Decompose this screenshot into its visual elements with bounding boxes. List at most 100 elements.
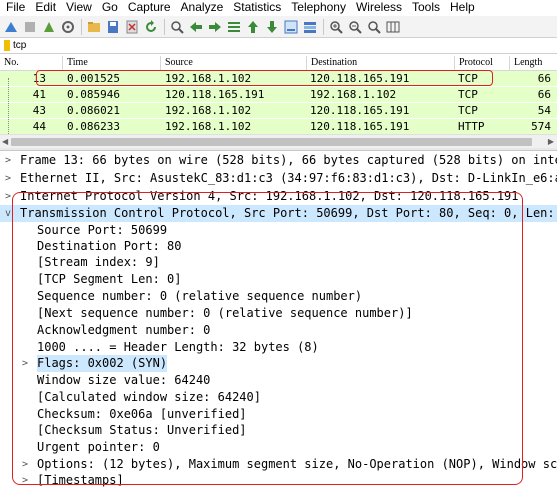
- tree-item-tcp[interactable]: v Transmission Control Protocol, Src Por…: [0, 205, 557, 222]
- expand-chevron-icon[interactable]: >: [22, 355, 28, 372]
- tree-item-flags[interactable]: > Flags: 0x002 (SYN): [0, 355, 557, 372]
- packet-time: 0.086233: [67, 120, 120, 133]
- menu-go[interactable]: Go: [96, 0, 122, 15]
- packet-protocol: TCP: [458, 104, 478, 117]
- scroll-left-icon[interactable]: ◀: [2, 137, 8, 147]
- packet-row[interactable]: 41 0.085946 120.118.165.191 192.168.1.10…: [0, 87, 557, 102]
- tree-item-field[interactable]: Acknowledgment number: 0: [0, 322, 557, 339]
- tree-item-timestamps[interactable]: > [Timestamps]: [0, 472, 557, 488]
- tree-item-label: Checksum: 0xe06a [unverified]: [37, 407, 247, 421]
- tree-item-field[interactable]: [Stream index: 9]: [0, 254, 557, 271]
- tree-item-label: Urgent pointer: 0: [37, 440, 160, 454]
- menu-file[interactable]: File: [0, 0, 29, 15]
- display-filter-input[interactable]: [13, 38, 533, 53]
- menu-view[interactable]: View: [60, 0, 96, 15]
- tree-item-ipv4[interactable]: > Internet Protocol Version 4, Src: 192.…: [0, 188, 557, 205]
- tree-item-label: Window size value: 64240: [37, 373, 211, 387]
- collapse-chevron-icon[interactable]: v: [5, 205, 11, 222]
- reload-icon[interactable]: [143, 19, 159, 35]
- tree-item-label: Source Port: 50699: [37, 223, 168, 237]
- packet-row[interactable]: 44 0.086233 192.168.1.102 120.118.165.19…: [0, 119, 557, 134]
- zoom-out-icon[interactable]: [347, 19, 363, 35]
- zoom-reset-icon[interactable]: [366, 19, 382, 35]
- packet-no: 43: [32, 104, 46, 117]
- scrollbar-thumb[interactable]: [11, 138, 532, 146]
- tree-item-label: 1000 .... = Header Length: 32 bytes (8): [37, 340, 319, 354]
- expand-chevron-icon[interactable]: >: [22, 456, 28, 473]
- last-packet-icon[interactable]: [264, 19, 280, 35]
- tree-item-ethernet[interactable]: > Ethernet II, Src: AsustekC_83:d1:c3 (3…: [0, 170, 557, 187]
- zoom-in-icon[interactable]: [328, 19, 344, 35]
- main-toolbar: [0, 16, 557, 37]
- packet-length: 54: [537, 104, 551, 117]
- expand-chevron-icon[interactable]: >: [5, 152, 11, 169]
- menu-capture[interactable]: Capture: [122, 0, 175, 15]
- tree-item-field[interactable]: Checksum: 0xe06a [unverified]: [0, 406, 557, 423]
- packet-row[interactable]: 43 0.086021 192.168.1.102 120.118.165.19…: [0, 103, 557, 118]
- packet-source: 192.168.1.102: [165, 104, 252, 117]
- column-destination[interactable]: Destination: [311, 57, 357, 68]
- menu-tools[interactable]: Tools: [406, 0, 444, 15]
- tree-item-field[interactable]: 1000 .... = Header Length: 32 bytes (8): [0, 339, 557, 356]
- open-folder-icon[interactable]: [86, 19, 102, 35]
- autoscroll-icon[interactable]: [283, 19, 299, 35]
- menu-statistics[interactable]: Statistics: [227, 0, 285, 15]
- colorize-icon[interactable]: [302, 19, 318, 35]
- packet-details-tree: > Frame 13: 66 bytes on wire (528 bits),…: [0, 151, 557, 488]
- back-arrow-icon[interactable]: [188, 19, 204, 35]
- stop-square-icon[interactable]: [22, 19, 38, 35]
- expand-chevron-icon[interactable]: >: [5, 188, 11, 205]
- shark-fin-start-icon[interactable]: [3, 19, 19, 35]
- menu-bar: File Edit View Go Capture Analyze Statis…: [0, 0, 557, 15]
- tree-item-options[interactable]: > Options: (12 bytes), Maximum segment s…: [0, 456, 557, 473]
- tree-item-field[interactable]: [Next sequence number: 0 (relative seque…: [0, 305, 557, 322]
- display-filter-bar: [0, 37, 557, 54]
- packet-destination: 120.118.165.191: [310, 104, 410, 117]
- tree-item-label: Destination Port: 80: [37, 239, 182, 253]
- packet-destination: 120.118.165.191: [310, 72, 410, 85]
- column-time[interactable]: Time: [67, 57, 88, 68]
- search-icon[interactable]: [169, 19, 185, 35]
- restart-icon[interactable]: [41, 19, 57, 35]
- menu-wireless[interactable]: Wireless: [350, 0, 406, 15]
- packet-length: 574: [531, 120, 551, 133]
- menu-help[interactable]: Help: [444, 0, 479, 15]
- expand-chevron-icon[interactable]: >: [5, 170, 11, 187]
- tree-item-field[interactable]: Source Port: 50699: [0, 222, 557, 239]
- packet-row[interactable]: 13 0.001525 192.168.1.102 120.118.165.19…: [0, 71, 557, 86]
- menu-analyze[interactable]: Analyze: [175, 0, 228, 15]
- go-to-packet-icon[interactable]: [226, 19, 242, 35]
- settings-gear-icon[interactable]: [60, 19, 76, 35]
- tree-item-field[interactable]: [Checksum Status: Unverified]: [0, 422, 557, 439]
- tree-item-field[interactable]: Sequence number: 0 (relative sequence nu…: [0, 288, 557, 305]
- tree-item-frame[interactable]: > Frame 13: 66 bytes on wire (528 bits),…: [0, 152, 557, 169]
- packet-list-scrollbar[interactable]: ◀ ▶: [0, 134, 557, 148]
- close-file-icon[interactable]: [124, 19, 140, 35]
- column-length[interactable]: Length: [514, 57, 542, 68]
- packet-protocol: HTTP: [458, 120, 485, 133]
- tree-item-field[interactable]: Destination Port: 80: [0, 238, 557, 255]
- tree-item-label: [Timestamps]: [37, 473, 124, 487]
- tree-item-field[interactable]: [TCP Segment Len: 0]: [0, 271, 557, 288]
- scroll-right-icon[interactable]: ▶: [548, 137, 554, 147]
- column-no[interactable]: No.: [4, 57, 19, 68]
- tree-item-field[interactable]: Urgent pointer: 0: [0, 439, 557, 456]
- menu-edit[interactable]: Edit: [29, 0, 60, 15]
- expand-chevron-icon[interactable]: >: [22, 472, 28, 488]
- conversation-bracket-line: [8, 78, 10, 134]
- packet-list-header: No. Time Source Destination Protocol Len…: [0, 56, 557, 71]
- packet-source: 192.168.1.102: [165, 120, 252, 133]
- menu-telephony[interactable]: Telephony: [285, 0, 350, 15]
- tree-item-label: Frame 13: 66 bytes on wire (528 bits), 6…: [20, 153, 557, 167]
- column-source[interactable]: Source: [165, 57, 193, 68]
- packet-destination: 192.168.1.102: [310, 88, 397, 101]
- bookmark-icon[interactable]: [4, 40, 10, 51]
- packet-source: 192.168.1.102: [165, 72, 252, 85]
- tree-item-field[interactable]: Window size value: 64240: [0, 372, 557, 389]
- forward-arrow-icon[interactable]: [207, 19, 223, 35]
- tree-item-field[interactable]: [Calculated window size: 64240]: [0, 389, 557, 406]
- save-file-icon[interactable]: [105, 19, 121, 35]
- resize-columns-icon[interactable]: [385, 19, 401, 35]
- column-protocol[interactable]: Protocol: [459, 57, 493, 68]
- first-packet-icon[interactable]: [245, 19, 261, 35]
